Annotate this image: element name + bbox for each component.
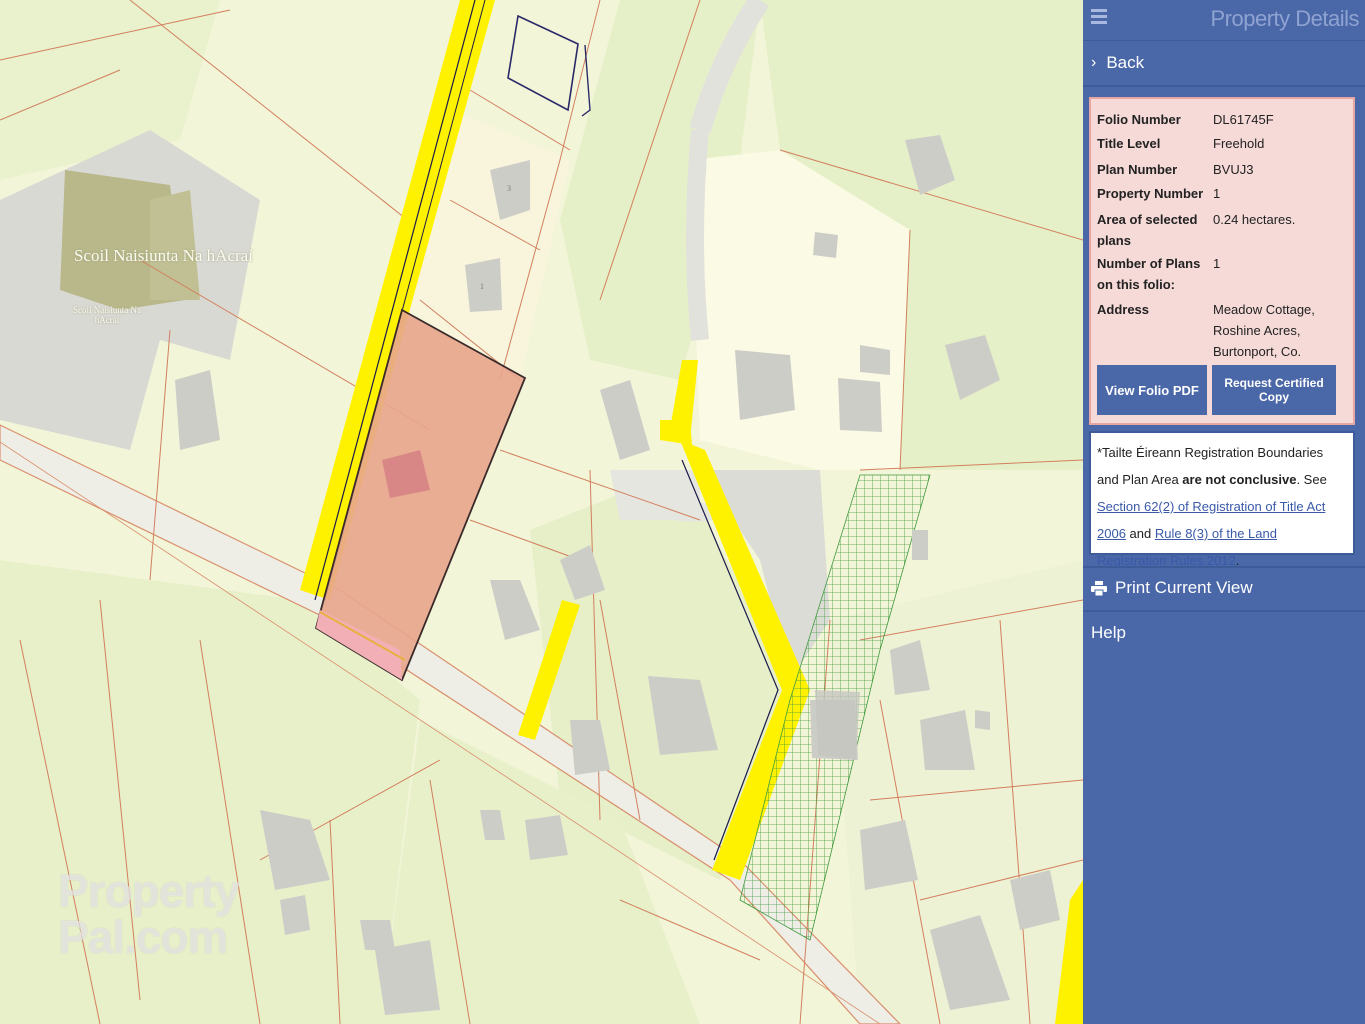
divider	[1083, 610, 1365, 612]
boundary-notice: *Tailte Éireann Registration Boundaries …	[1089, 431, 1355, 568]
detail-key: Address	[1097, 302, 1150, 317]
school-label-large: Scoil Naisiunta Na hAcraí	[74, 246, 253, 265]
detail-value: 1	[1213, 186, 1221, 201]
hamburger-icon[interactable]	[1091, 9, 1107, 27]
detail-value: DL61745F	[1213, 112, 1274, 127]
watermark-line-2: Pal.com	[58, 911, 228, 963]
detail-key: Area of selected plans	[1097, 212, 1198, 248]
panel-header: Property Details	[1083, 0, 1365, 41]
printer-icon	[1091, 580, 1107, 596]
watermark-line-1: Property	[58, 865, 240, 917]
print-current-view-button[interactable]: Print Current View	[1091, 578, 1253, 598]
view-folio-pdf-button[interactable]: View Folio PDF	[1097, 365, 1207, 415]
notice-bold: are not conclusive	[1182, 472, 1297, 487]
detail-key: Title Level	[1097, 136, 1161, 151]
print-label: Print Current View	[1115, 578, 1253, 597]
back-button[interactable]: › Back	[1083, 41, 1365, 87]
detail-key: Folio Number	[1097, 112, 1181, 127]
detail-value: Freehold	[1213, 136, 1265, 151]
back-label: Back	[1106, 53, 1145, 72]
map-view[interactable]: Scoil Naisiunta Na hAcraí Scoil Naisiunt…	[0, 0, 1083, 1024]
detail-key: Plan Number	[1097, 162, 1178, 177]
detail-value: 0.24 hectares.	[1213, 212, 1296, 227]
notice-mid: . See	[1296, 472, 1327, 487]
panel-title: Property Details	[1210, 6, 1359, 31]
detail-value: BVUJ3	[1213, 162, 1254, 177]
help-link[interactable]: Help	[1091, 623, 1126, 643]
detail-key: Number of Plans on this folio:	[1097, 256, 1201, 292]
request-certified-copy-button[interactable]: Request Certified Copy	[1212, 365, 1336, 415]
detail-value: 1	[1213, 256, 1221, 271]
divider	[1083, 566, 1365, 568]
property-details-panel: Property Details › Back Folio Number DL6…	[1083, 0, 1365, 1024]
help-label: Help	[1091, 623, 1126, 642]
chevron-right-icon: ›	[1091, 54, 1097, 71]
school-label-small: Scoil Naisiunta Na hAcraí	[73, 305, 141, 325]
house-number-label: 3	[507, 184, 511, 193]
property-details-card: Folio Number DL61745F Title Level Freeho…	[1089, 97, 1355, 425]
watermark: Property Pal.com	[58, 865, 240, 963]
house-number-label: 1	[480, 282, 484, 291]
notice-and: and	[1125, 526, 1155, 541]
detail-key: Property Number	[1097, 186, 1204, 201]
